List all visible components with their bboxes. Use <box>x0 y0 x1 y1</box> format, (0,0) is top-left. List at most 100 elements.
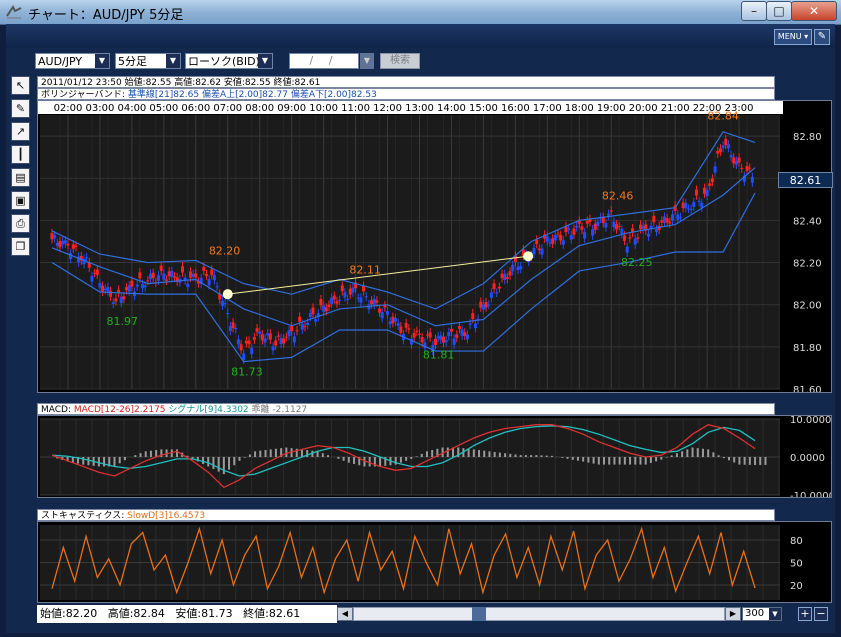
pin-button[interactable]: ✎ <box>814 29 830 45</box>
symbol-select[interactable]: AUD/JPY ▼ <box>35 53 110 69</box>
zoom-in-button[interactable]: + <box>798 607 812 621</box>
candle-body <box>74 245 78 248</box>
signal-value: シグナル[9]4.3302 <box>168 405 249 415</box>
candle-body <box>61 240 65 245</box>
candle-body <box>308 313 312 318</box>
macd-histogram-bar <box>118 457 121 464</box>
ohlc-info-line: 2011/01/12 23:50 始値:82.55 高値:82.62 安値:82… <box>37 76 775 88</box>
scrollbar-track[interactable] <box>353 607 725 621</box>
candle-body <box>146 280 150 282</box>
zoom-select[interactable]: 300 ▼ <box>742 607 782 621</box>
high-label: 82.84 <box>707 110 739 123</box>
candle-body <box>215 286 219 288</box>
candle-body <box>63 240 67 244</box>
candle-body <box>71 244 75 249</box>
copy-icon[interactable]: ❐ <box>11 237 30 256</box>
candle-body <box>489 292 493 298</box>
candle-body <box>750 176 754 183</box>
candle-body <box>561 240 565 245</box>
diff-value: 乖離 -2.1127 <box>251 405 308 415</box>
candle-body <box>207 279 211 286</box>
candle-body <box>271 346 275 351</box>
candle-body <box>748 167 752 169</box>
candle-body <box>460 329 464 336</box>
candle-body <box>149 273 153 280</box>
status-open: 始値:82.20 <box>40 607 98 620</box>
date-input[interactable]: / / <box>289 53 359 69</box>
search-button[interactable]: 検索 <box>380 53 420 69</box>
macd-histogram-bar <box>754 457 757 465</box>
candle-body <box>678 217 682 219</box>
candle-body <box>95 269 99 275</box>
candle-body <box>290 326 294 332</box>
scroll-left-button[interactable]: ◀ <box>337 607 353 621</box>
candle-body <box>212 275 216 281</box>
macd-histogram-bar <box>259 450 262 457</box>
timeframe-select[interactable]: 5分足 ▼ <box>115 53 181 69</box>
chart-window: チャート：AUD/JPY 5分足 – □ ✕ MENU ▾ ✎ AUD/JPY … <box>0 0 841 637</box>
candle-body <box>204 273 208 276</box>
candle-body <box>441 336 445 343</box>
cursor-icon[interactable]: ↖ <box>11 76 30 95</box>
candle-body <box>263 338 267 343</box>
zoom-value: 300 <box>745 608 765 619</box>
candle-body <box>615 224 619 230</box>
candle-body <box>159 265 163 272</box>
macd-histogram-bar <box>493 451 496 457</box>
stochastics-chart[interactable]: 80 50 20 <box>37 521 832 603</box>
candle-body <box>170 270 174 278</box>
trendline-icon[interactable]: ↗ <box>11 122 30 141</box>
candle-body <box>452 338 456 345</box>
candle-body <box>122 296 126 300</box>
candle-body <box>583 232 587 239</box>
bb-mid: 基準線[21]82.65 <box>127 90 200 100</box>
candle-body <box>591 229 595 236</box>
candle-body <box>726 144 730 149</box>
title-bar[interactable]: チャート：AUD/JPY 5分足 – □ ✕ <box>0 0 841 25</box>
macd-histogram-bar <box>707 449 710 457</box>
candle-body <box>495 292 499 294</box>
print-icon[interactable]: ⎙ <box>11 214 30 233</box>
macd-histogram-bar <box>639 457 642 465</box>
macd-histogram-bar <box>431 450 434 457</box>
pencil-icon[interactable]: ✎ <box>11 99 30 118</box>
candle-body <box>287 330 291 337</box>
window-icon[interactable]: ▣ <box>11 191 30 210</box>
macd-histogram-bar <box>228 457 231 470</box>
date-dropdown-icon[interactable]: ▼ <box>360 53 374 69</box>
close-button[interactable]: ✕ <box>791 1 837 21</box>
zoom-out-button[interactable]: − <box>814 607 828 621</box>
chart-type-select[interactable]: ローソク(BID) ▼ <box>185 53 273 69</box>
candle-body <box>617 226 621 228</box>
candle-body <box>340 285 344 292</box>
x-tick-label: 09:00 <box>277 103 306 114</box>
candle-body <box>66 243 70 246</box>
candle-body <box>226 312 230 314</box>
menu-button[interactable]: MENU ▾ <box>774 29 812 45</box>
maximize-button[interactable]: □ <box>766 1 792 21</box>
candle-body <box>119 296 123 304</box>
table-icon[interactable]: ▤ <box>11 168 30 187</box>
price-chart[interactable]: 02:00 03:00 04:00 05:00 06:00 07:00 08:00 09:00… <box>37 100 832 393</box>
macd-histogram-bar <box>321 453 324 457</box>
candles-icon[interactable]: ┃ <box>11 145 30 164</box>
scroll-right-button[interactable]: ▶ <box>725 607 741 621</box>
macd-histogram-bar <box>327 455 330 457</box>
candle-body <box>692 201 696 207</box>
x-tick-label: 03:00 <box>86 103 115 114</box>
candle-body <box>330 297 334 304</box>
macd-chart[interactable]: 10.0000 0.0000 -10.0000 <box>37 415 832 498</box>
y-tick-label: 81.60 <box>793 385 822 393</box>
macd-histogram-bar <box>238 457 241 461</box>
candle-body <box>391 316 395 324</box>
candle-body <box>138 272 142 279</box>
candle-body <box>114 298 118 302</box>
candle-body <box>125 287 129 291</box>
candle-body <box>710 178 714 183</box>
scrollbar-thumb[interactable] <box>472 607 486 621</box>
minimize-button[interactable]: – <box>741 1 767 21</box>
macd-histogram-bar <box>738 457 741 465</box>
candle-body <box>487 304 491 306</box>
macd-histogram-bar <box>566 457 569 459</box>
bb-lower: 偏差A下[2.00]82.53 <box>290 90 377 100</box>
